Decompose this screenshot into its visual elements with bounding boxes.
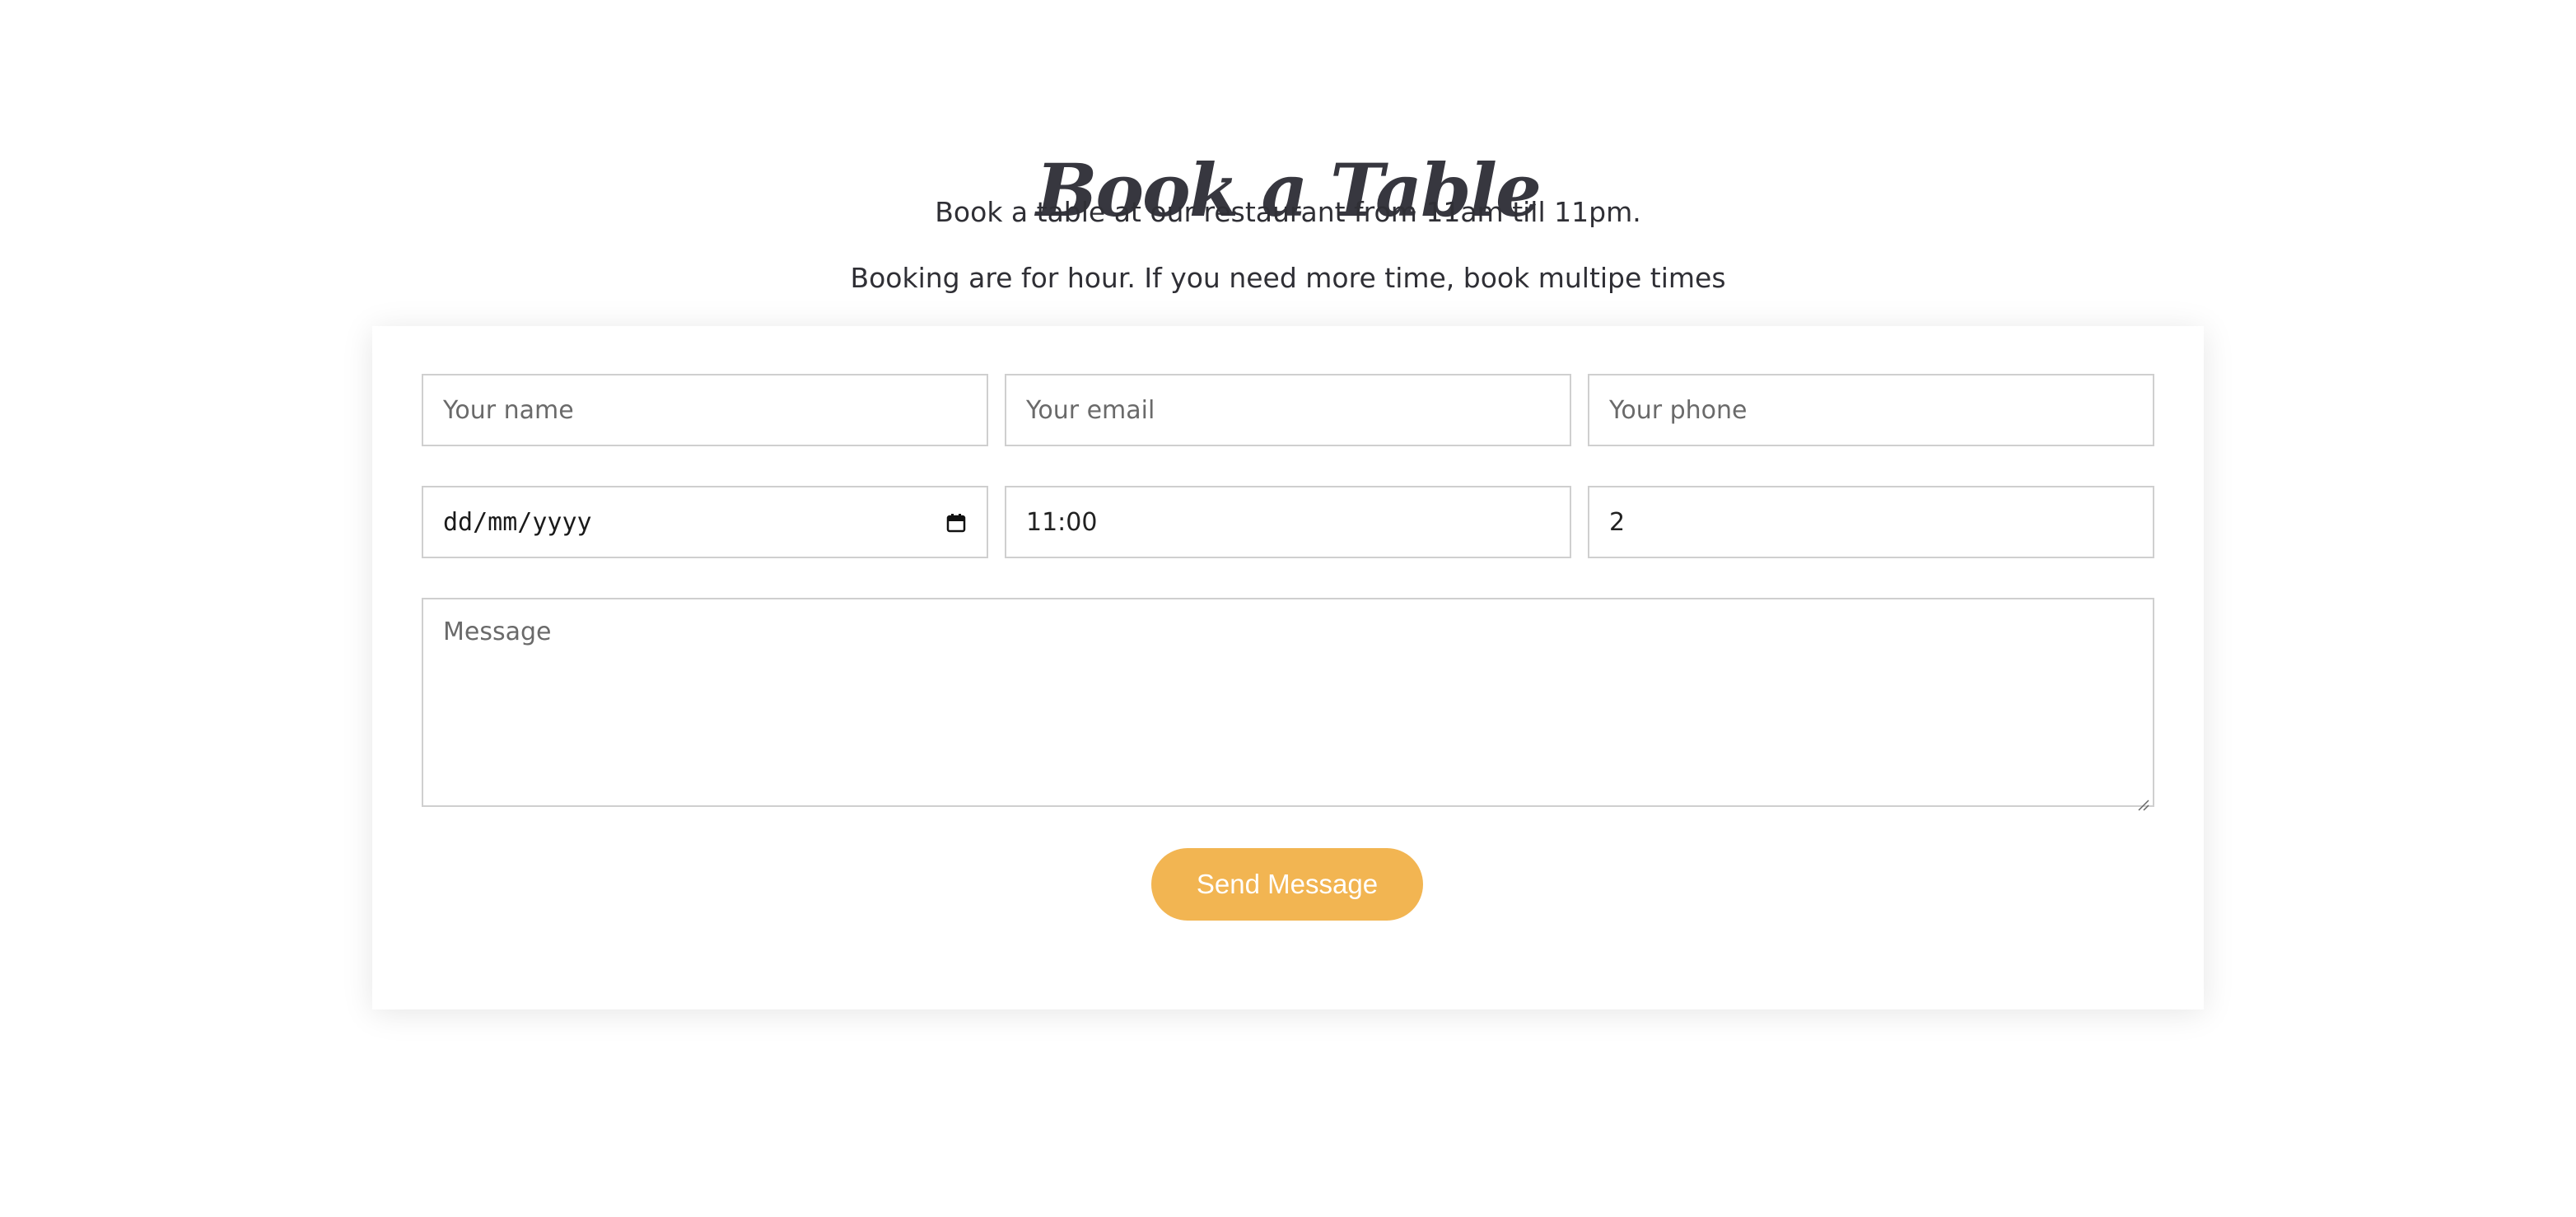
time-input[interactable]: 11:00 xyxy=(1005,486,1571,558)
phone-input[interactable]: Your phone xyxy=(1588,374,2154,446)
hours-text: Book a table at our restaurant from 11am… xyxy=(935,196,1641,228)
date-value: dd/mm/yyyy xyxy=(443,507,592,537)
email-input[interactable]: Your email xyxy=(1005,374,1571,446)
name-input[interactable]: Your name xyxy=(422,374,988,446)
message-placeholder: Message xyxy=(443,618,552,646)
resize-grip-icon[interactable] xyxy=(2136,789,2149,811)
time-value: 11:00 xyxy=(1026,507,1098,537)
send-message-button[interactable]: Send Message xyxy=(1151,848,1423,921)
people-input[interactable]: 2 xyxy=(1588,486,2154,558)
phone-placeholder: Your phone xyxy=(1609,395,1748,425)
booking-form: Your name Your email Your phone dd/mm/yy… xyxy=(372,326,2204,1010)
name-placeholder: Your name xyxy=(443,395,574,425)
message-textarea[interactable]: Message xyxy=(422,598,2154,811)
calendar-icon[interactable] xyxy=(945,511,967,533)
people-value: 2 xyxy=(1609,507,1626,537)
date-input[interactable]: dd/mm/yyyy xyxy=(422,486,988,558)
email-placeholder: Your email xyxy=(1026,395,1155,425)
booking-note-text: Booking are for hour. If you need more t… xyxy=(850,262,1726,294)
